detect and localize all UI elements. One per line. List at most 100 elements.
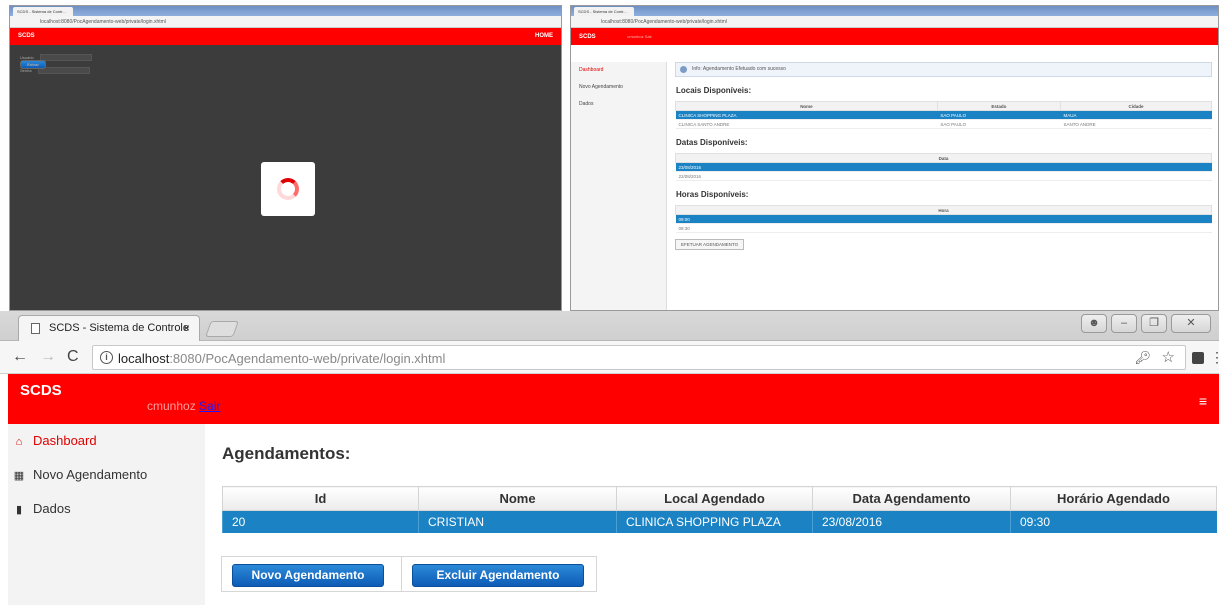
thumb-horas-table: Hora 09:00 09:30 (675, 205, 1212, 233)
home-icon: ⌂ (15, 436, 23, 448)
sidebar-item-dados[interactable]: ▮ Dados (13, 501, 71, 521)
excluir-agendamento-button[interactable]: Excluir Agendamento (412, 564, 584, 587)
thumb-cell: MAUA (1060, 110, 1212, 120)
thumb-cell: CLINICA SHOPPING PLAZA (675, 110, 938, 120)
new-tab-button[interactable] (205, 321, 239, 337)
user-info: cmunhoz Sair (147, 399, 220, 413)
thumb-login-pass-input (37, 67, 90, 74)
thumb-titlebar: SCDS - Sistema de Contr... (571, 6, 1218, 16)
thumb-user: cmunhoz Sair (627, 34, 652, 39)
page-title: Agendamentos: (222, 444, 351, 463)
loading-spinner-box (261, 162, 315, 216)
button-divider (401, 557, 402, 591)
thumb-locais-title: Locais Disponíveis: (676, 86, 752, 95)
extension-icon[interactable] (1192, 352, 1204, 364)
thumb-brand: SCDS (18, 33, 35, 39)
browser-menu-icon[interactable]: ⋮ (1210, 348, 1219, 366)
column-header-id[interactable]: Id (222, 486, 419, 511)
table-cell: CRISTIAN (418, 510, 617, 533)
thumb-main: Info: Agendamento Efetuado com sucesso L… (675, 62, 1213, 310)
sidebar-item-label: Novo Agendamento (33, 467, 148, 482)
minimize-button[interactable]: – (1111, 314, 1137, 333)
thumb-locais-table: Nome Estado Cidade CLINICA SHOPPING PLAZ… (675, 101, 1213, 129)
reload-icon[interactable]: C (67, 348, 79, 366)
sidebar-item-dashboard[interactable]: ⌂ Dashboard (13, 433, 97, 453)
key-icon[interactable]: 🔑︎ (1134, 350, 1151, 366)
thumb-tab: SCDS - Sistema de Contr... (574, 7, 634, 16)
table-row[interactable]: 20 CRISTIAN CLINICA SHOPPING PLAZA 23/08… (222, 510, 1217, 533)
table-cell: 09:30 (1010, 510, 1217, 533)
table-cell: 23/08/2016 (812, 510, 1011, 533)
app-brand: SCDS (20, 382, 62, 399)
logout-link[interactable]: Sair (199, 399, 220, 413)
book-icon: ▮ (15, 504, 23, 516)
column-header-local[interactable]: Local Agendado (616, 486, 813, 511)
thumbnail-loading-screen: SCDS - Sistema de Contr... localhost:808… (9, 5, 562, 311)
url-text[interactable]: localhost:8080/PocAgendamento-web/privat… (118, 351, 445, 366)
thumb-login-user-input (39, 54, 92, 61)
info-icon (680, 66, 687, 73)
thumb-header-right: HOME (535, 33, 553, 39)
browser-tab[interactable]: SCDS - Sistema de Controle × (18, 315, 200, 341)
thumb-col-header: Cidade (1059, 101, 1213, 111)
column-header-nome[interactable]: Nome (418, 486, 617, 511)
hamburger-menu-icon[interactable]: ≡ (1199, 393, 1207, 409)
thumb-col-header: Data (675, 153, 1212, 163)
column-header-data[interactable]: Data Agendamento (812, 486, 1011, 511)
forward-arrow-icon[interactable]: → (40, 348, 56, 366)
maximize-button[interactable]: ❐ (1141, 314, 1167, 333)
calendar-icon: ▦ (13, 470, 25, 482)
action-button-bar: Novo Agendamento Excluir Agendamento (221, 556, 597, 592)
thumb-cell: SAO PAULO (937, 110, 1061, 120)
app-header: SCDS cmunhoz Sair ≡ (8, 374, 1219, 424)
tab-close-icon[interactable]: × (183, 321, 190, 335)
thumb-message-text: Info: Agendamento Efetuado com sucesso (692, 66, 786, 72)
thumbnail-scheduling-screen: SCDS - Sistema de Contr... localhost:808… (570, 5, 1219, 311)
sidebar-item-novo-agendamento[interactable]: ▦ Novo Agendamento (13, 467, 147, 487)
site-info-icon[interactable]: i (100, 351, 113, 364)
thumb-cell: CLINICA SANTO ANDRE (675, 119, 938, 129)
novo-agendamento-button[interactable]: Novo Agendamento (232, 564, 384, 587)
thumb-col-header: Nome (675, 101, 938, 111)
bookmark-star-icon[interactable]: ☆ (1162, 348, 1175, 366)
main-content: Agendamentos: Id Nome Local Agendado Dat… (205, 424, 1219, 605)
url-path: :8080/PocAgendamento-web/private/login.x… (169, 351, 446, 366)
table-cell: 20 (222, 510, 419, 533)
close-window-button[interactable]: ✕ (1171, 314, 1211, 333)
thumb-cell: 23/08/2016 (675, 162, 1212, 172)
thumb-horas-title: Horas Disponíveis: (676, 190, 749, 199)
thumb-nav-item: Novo Agendamento (579, 84, 623, 90)
thumb-header: SCDS HOME (10, 28, 561, 45)
url-host: localhost (118, 351, 170, 366)
thumb-header: SCDS cmunhoz Sair (571, 28, 1218, 45)
thumb-cell: 22/08/2016 (675, 171, 1212, 181)
column-header-horario[interactable]: Horário Agendado (1010, 486, 1217, 511)
thumb-sidebar: Dashboard Novo Agendamento Dados (571, 62, 667, 310)
thumb-col-header: Estado (936, 101, 1061, 111)
thumb-overlay: Usuário Senha Entrar (10, 45, 561, 310)
sidebar: ⌂ Dashboard ▦ Novo Agendamento ▮ Dados (8, 424, 205, 605)
tab-strip: SCDS - Sistema de Controle × ☻ – ❐ ✕ (0, 311, 1219, 341)
thumb-cell: SAO PAULO (937, 119, 1061, 129)
user-name: cmunhoz (147, 399, 196, 413)
thumb-info-message: Info: Agendamento Efetuado com sucesso (675, 62, 1212, 77)
thumb-nav-item: Dashboard (579, 67, 604, 73)
thumb-brand: SCDS (579, 34, 596, 40)
thumb-address-bar: localhost:8080/PocAgendamento-web/privat… (571, 16, 1218, 28)
browser-window: SCDS - Sistema de Controle × ☻ – ❐ ✕ ← →… (0, 311, 1219, 605)
table-header-row: Id Nome Local Agendado Data Agendamento … (222, 486, 1217, 511)
thumb-datas-title: Datas Disponíveis: (676, 138, 748, 147)
thumb-cell: 09:30 (675, 223, 1212, 233)
table-cell: CLINICA SHOPPING PLAZA (616, 510, 813, 533)
thumb-cell: 09:00 (675, 214, 1212, 224)
thumb-cell: SANTO ANDRE (1060, 119, 1212, 129)
sidebar-item-label: Dashboard (33, 433, 97, 448)
back-arrow-icon[interactable]: ← (12, 348, 28, 366)
appointments-table: Id Nome Local Agendado Data Agendamento … (222, 486, 1217, 533)
thumb-titlebar: SCDS - Sistema de Contr... (10, 6, 561, 16)
profile-icon[interactable]: ☻ (1081, 314, 1107, 333)
thumb-datas-table: Data 23/08/2016 22/08/2016 (675, 153, 1212, 181)
thumb-login-form: Usuário Senha Entrar (20, 53, 112, 79)
address-bar[interactable]: i localhost:8080/PocAgendamento-web/priv… (92, 345, 1186, 370)
page-icon (31, 323, 40, 334)
